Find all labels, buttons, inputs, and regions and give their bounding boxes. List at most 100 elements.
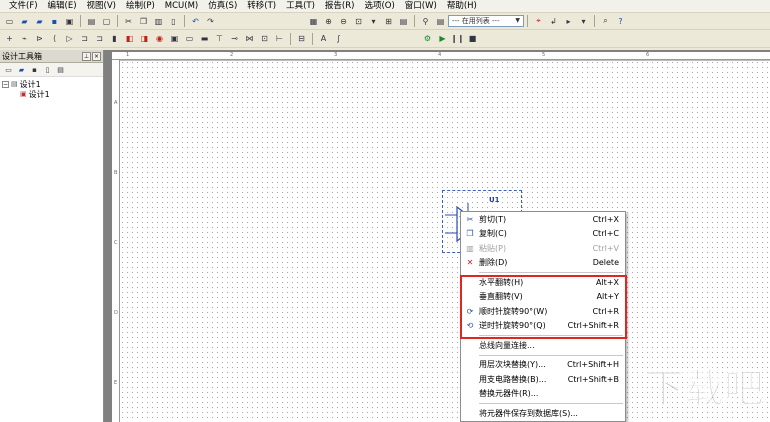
analysis-icon[interactable]: ▸ [562, 15, 575, 28]
run-dropdown-icon[interactable]: ▾ [577, 15, 590, 28]
search-icon[interactable]: ⌕ [599, 15, 612, 28]
probe-icon[interactable]: ⌖ [532, 15, 545, 28]
components-icon[interactable]: ⚲ [419, 15, 432, 28]
design-options-icon[interactable]: ▤ [55, 64, 66, 75]
ni-component-icon[interactable]: ⋈ [243, 32, 256, 45]
menu-item-cut[interactable]: ✂ 剪切(T) Ctrl+X [461, 212, 625, 227]
stop-simulation-icon[interactable]: ■ [466, 32, 479, 45]
cmos-icon[interactable]: ⊐ [93, 32, 106, 45]
simulation-switch-icon[interactable]: ⚙ [421, 32, 434, 45]
database-icon[interactable]: ▤ [434, 15, 447, 28]
new-file-icon[interactable]: ▭ [3, 15, 16, 28]
mcu-icon[interactable]: ▮ [108, 32, 121, 45]
diode-icon[interactable]: ⊳ [33, 32, 46, 45]
menu-item-save-to-database[interactable]: 将元器件保存到数据库(S)... [461, 406, 625, 421]
menu-edit[interactable]: 编辑(E) [43, 0, 82, 12]
menu-item-replace-hierarchical-block[interactable]: 用层次块替换(Y)... Ctrl+Shift+H [461, 358, 625, 373]
zoom-page-icon[interactable]: ▾ [367, 15, 380, 28]
transistor-icon[interactable]: ⟨ [48, 32, 61, 45]
electromechanical-icon[interactable]: ⊸ [228, 32, 241, 45]
menu-transfer[interactable]: 转移(T) [242, 0, 281, 12]
save-icon[interactable]: ▪ [48, 15, 61, 28]
scissors-icon: ✂ [466, 214, 474, 224]
open-folder-icon[interactable]: ▰ [18, 15, 31, 28]
menu-tools[interactable]: 工具(T) [281, 0, 320, 12]
wire-icon[interactable]: ⊟ [295, 32, 308, 45]
menu-reports[interactable]: 报告(R) [320, 0, 360, 12]
zoom-area-icon[interactable]: ⊡ [352, 15, 365, 28]
spreadsheet-icon[interactable]: ▤ [397, 15, 410, 28]
save-design-icon[interactable]: ▪ [29, 64, 40, 75]
menu-item-label: 顺时针旋转90°(W) [479, 306, 548, 316]
zoom-in-icon[interactable]: ⊕ [322, 15, 335, 28]
menu-options[interactable]: 选项(O) [359, 0, 399, 12]
menu-file[interactable]: 文件(F) [4, 0, 43, 12]
pin-icon[interactable]: ⊥ [82, 51, 91, 61]
grid-icon[interactable]: ⊞ [382, 15, 395, 28]
in-use-list-dropdown[interactable]: --- 在用列表 --- ▼ [448, 15, 524, 27]
line-icon[interactable]: ∫ [332, 32, 345, 45]
menu-item-replace-subcircuit[interactable]: 用支电路替换(B)... Ctrl+Shift+B [461, 372, 625, 387]
ruler-tick: 3 [334, 52, 338, 58]
paste-icon[interactable]: ▥ [152, 15, 165, 28]
tree-node-sheet[interactable]: ▣ 设计1 [2, 88, 101, 100]
tree-node-design[interactable]: − ▤ 设计1 [2, 79, 101, 89]
open-sample-icon[interactable]: ▰ [33, 15, 46, 28]
ttl-icon[interactable]: ⊐ [78, 32, 91, 45]
cut-icon[interactable]: ✂ [122, 15, 135, 28]
help-icon[interactable]: ? [614, 15, 627, 28]
design-toolbox-panel: 设计工具箱 ⊥ × ▭ ▰ ▪ ▯ ▤ − ▤ 设计1 ▣ 设计1 [0, 50, 104, 422]
misc-icon[interactable]: ▭ [183, 32, 196, 45]
misc-digital-icon[interactable]: ◧ [123, 32, 136, 45]
schematic-workspace: 1 2 3 4 5 6 A B C D E U1 + − [104, 50, 770, 422]
copy-icon[interactable]: ❐ [137, 15, 150, 28]
power-icon[interactable]: ▣ [168, 32, 181, 45]
menu-item-copy[interactable]: ❐ 复制(C) Ctrl+C [461, 227, 625, 242]
hierarchical-block-icon[interactable]: ⊡ [258, 32, 271, 45]
collapse-icon[interactable]: − [2, 80, 9, 88]
close-icon[interactable]: × [92, 51, 101, 61]
menu-item-flip-horizontal[interactable]: 水平翻转(H) Alt+X [461, 275, 625, 290]
menu-view[interactable]: 视图(V) [82, 0, 121, 12]
zoom-out-icon[interactable]: ⊖ [337, 15, 350, 28]
peripheral-icon[interactable]: ▬ [198, 32, 211, 45]
menu-item-replace-component[interactable]: 替换元器件(R)... [461, 387, 625, 402]
bus-icon[interactable]: ⊢ [273, 32, 286, 45]
menu-item-bus-vector-connect[interactable]: 总线向量连接... [461, 338, 625, 353]
source-icon[interactable]: + [3, 32, 16, 45]
menu-window[interactable]: 窗口(W) [400, 0, 442, 12]
save-all-icon[interactable]: ▣ [63, 15, 76, 28]
delete-icon[interactable]: ▯ [167, 15, 180, 28]
indicator-icon[interactable]: ◉ [153, 32, 166, 45]
run-simulation-icon[interactable]: ▶ [436, 32, 449, 45]
menu-item-rotate-counterclockwise[interactable]: ⟲ 逆时针旋转90°(Q) Ctrl+Shift+R [461, 319, 625, 334]
menu-simulate[interactable]: 仿真(S) [203, 0, 242, 12]
close-design-icon[interactable]: ▯ [42, 64, 53, 75]
undo-icon[interactable]: ↶ [189, 15, 202, 28]
text-icon[interactable]: A [317, 32, 330, 45]
postprocessor-icon[interactable]: ↲ [547, 15, 560, 28]
toolbar-separator [594, 15, 595, 27]
menu-item-delete[interactable]: ✕ 删除(D) Delete [461, 256, 625, 271]
rotate-ccw-icon: ⟲ [466, 321, 474, 331]
redo-icon[interactable]: ↷ [204, 15, 217, 28]
open-design-icon[interactable]: ▰ [16, 64, 27, 75]
component-toolbar: + ⌁ ⊳ ⟨ ▷ ⊐ ⊐ ▮ ◧ ◨ ◉ ▣ ▭ ▬ ⊤ ⊸ ⋈ ⊡ ⊢ ⊟ … [0, 30, 770, 48]
toolbar-separator [80, 15, 81, 27]
toggle-fullscreen-icon[interactable]: ▦ [307, 15, 320, 28]
print-preview-icon[interactable]: ▢ [100, 15, 113, 28]
analog-icon[interactable]: ▷ [63, 32, 76, 45]
basic-icon[interactable]: ⌁ [18, 32, 31, 45]
menu-help[interactable]: 帮助(H) [442, 0, 482, 12]
menu-place[interactable]: 绘制(P) [121, 0, 160, 12]
print-icon[interactable]: ▤ [85, 15, 98, 28]
menu-item-rotate-clockwise[interactable]: ⟳ 顺时针旋转90°(W) Ctrl+R [461, 304, 625, 319]
menu-item-flip-vertical[interactable]: 垂直翻转(V) Alt+Y [461, 290, 625, 305]
menu-item-paste[interactable]: ▥ 粘贴(P) Ctrl+V [461, 241, 625, 256]
schematic-canvas[interactable]: U1 + − [120, 60, 770, 422]
rf-icon[interactable]: ⊤ [213, 32, 226, 45]
new-design-icon[interactable]: ▭ [3, 64, 14, 75]
menu-mcu[interactable]: MCU(M) [160, 0, 203, 12]
mixed-icon[interactable]: ◨ [138, 32, 151, 45]
pause-simulation-icon[interactable]: ❙❙ [451, 32, 464, 45]
